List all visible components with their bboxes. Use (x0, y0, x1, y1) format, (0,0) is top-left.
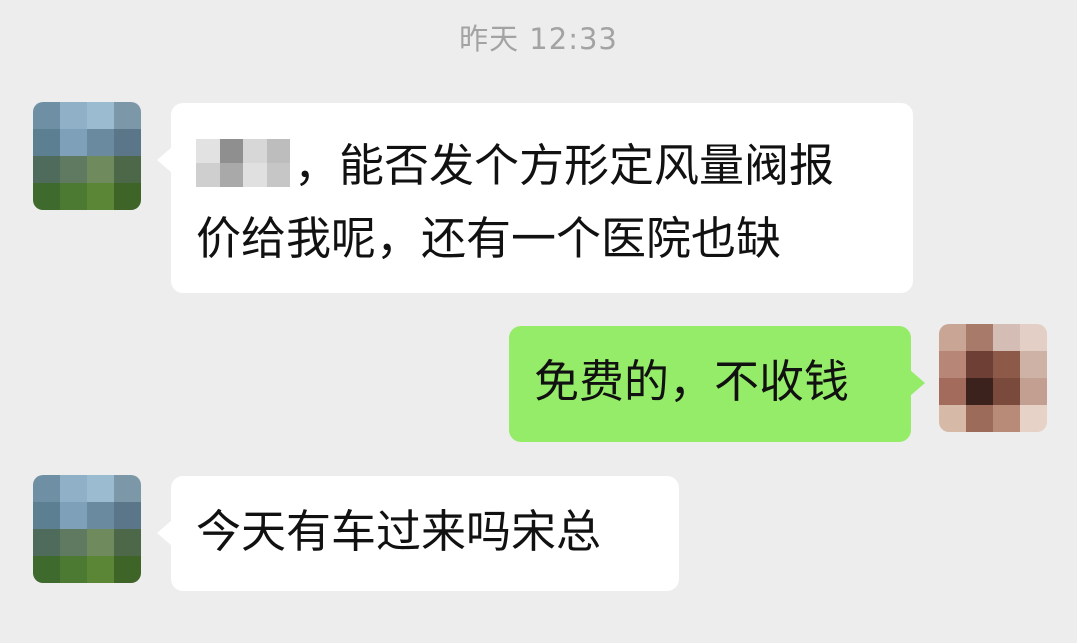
contact-avatar[interactable] (33, 102, 141, 210)
chat-timestamp: 昨天 12:33 (459, 22, 618, 56)
bubble-tail (157, 147, 172, 173)
message-text: 今天有车过来吗宋总 (196, 505, 602, 558)
outgoing-message-bubble[interactable]: 免费的，不收钱 (509, 326, 925, 442)
redacted-name-mosaic (196, 139, 290, 187)
bubble-tail (157, 520, 172, 546)
bubble-tail (910, 370, 925, 396)
incoming-message-bubble[interactable]: 今天有车过来吗宋总 (157, 476, 679, 591)
message-text-line-2: 价给我呢，还有一个医院也缺 (196, 212, 782, 265)
message-text: 免费的，不收钱 (534, 355, 850, 408)
message-line: ，能否发个方形定风量阀报 (196, 129, 887, 202)
message-text-line-1: ，能否发个方形定风量阀报 (294, 139, 835, 192)
contact-avatar[interactable] (33, 475, 141, 583)
incoming-message-bubble[interactable]: ，能否发个方形定风量阀报 价给我呢，还有一个医院也缺 (157, 103, 913, 293)
user-avatar[interactable] (939, 324, 1047, 432)
